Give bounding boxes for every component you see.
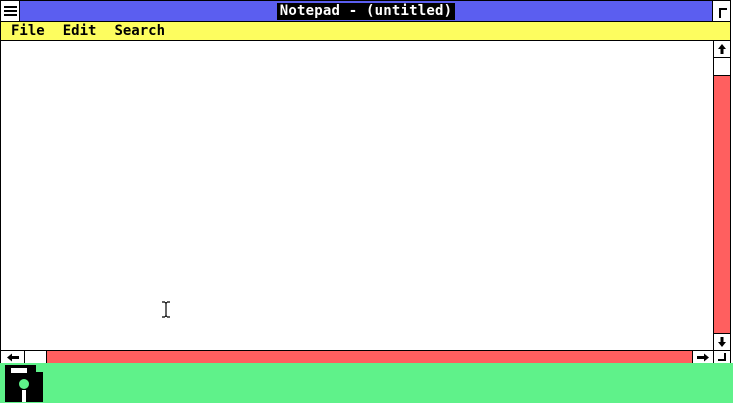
i-beam-cursor-icon	[162, 301, 170, 318]
arrow-up-icon	[718, 44, 726, 54]
notepad-window: Notepad - (untitled) File Edit Search	[0, 0, 731, 363]
desktop-icon-area	[0, 363, 733, 403]
horizontal-scroll-track[interactable]	[47, 351, 692, 363]
window-title: Notepad - (untitled)	[276, 2, 456, 20]
scroll-down-button[interactable]	[714, 333, 730, 350]
scroll-up-button[interactable]	[714, 41, 730, 58]
vertical-scroll-thumb[interactable]	[714, 58, 730, 76]
system-menu-button[interactable]	[1, 1, 20, 21]
arrow-right-icon	[697, 353, 709, 361]
vertical-scroll-track[interactable]	[714, 76, 730, 333]
title-bar-fill: Notepad - (untitled)	[20, 1, 712, 21]
maximize-button[interactable]	[712, 1, 730, 21]
scroll-left-button[interactable]	[1, 351, 25, 363]
system-menu-icon	[3, 6, 17, 8]
menu-edit[interactable]: Edit	[54, 22, 106, 40]
menu-bar: File Edit Search	[1, 22, 730, 41]
horizontal-scrollbar[interactable]	[1, 350, 713, 363]
title-bar[interactable]: Notepad - (untitled)	[1, 1, 730, 22]
arrow-down-icon	[718, 337, 726, 347]
menu-search[interactable]: Search	[105, 22, 174, 40]
menu-file[interactable]: File	[1, 22, 54, 40]
maximize-icon	[719, 8, 727, 18]
scroll-right-button[interactable]	[692, 351, 713, 363]
floppy-disk-icon[interactable]	[5, 365, 43, 402]
vertical-scrollbar[interactable]	[713, 41, 730, 350]
size-box[interactable]	[713, 350, 730, 363]
text-edit-area[interactable]	[1, 41, 713, 350]
arrow-left-icon	[6, 353, 19, 361]
resize-corner-icon	[718, 353, 726, 361]
horizontal-scroll-thumb[interactable]	[25, 351, 47, 363]
